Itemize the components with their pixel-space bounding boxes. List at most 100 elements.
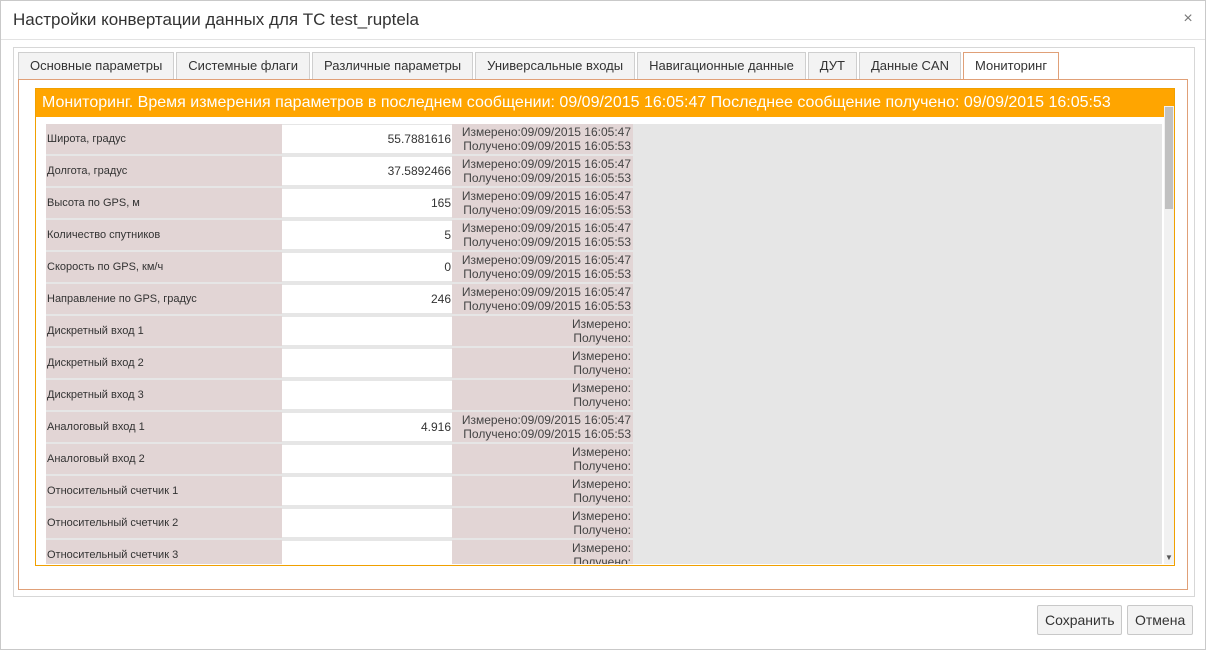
parameter-row: Относительный счетчик 3 Измерено: Получено… [46, 540, 633, 564]
parameter-row: Высота по GPS, м 165 Измерено:09/09/2015 1… [46, 188, 633, 220]
parameter-label: Относительный счетчик 3 [46, 540, 282, 564]
measured-timestamp: Измерено:09/09/2015 16:05:47 [461, 413, 631, 427]
measured-timestamp: Измерено:09/09/2015 16:05:47 [461, 221, 631, 235]
parameter-value-field[interactable] [282, 541, 452, 564]
parameter-value-field[interactable] [282, 445, 452, 473]
parameter-row: Широта, градус 55.7881616 Измерено:09/09/2… [46, 124, 633, 156]
parameter-label: Аналоговый вход 1 [46, 412, 282, 442]
measured-timestamp: Измерено:09/09/2015 16:05:47 [461, 157, 631, 171]
parameter-value-field[interactable]: 55.7881616 [282, 125, 452, 153]
tab-basic-params[interactable]: Основные параметры [18, 52, 175, 80]
parameter-label: Широта, градус [46, 124, 282, 154]
parameter-timestamps: Измерено: Получено: [452, 380, 633, 410]
vertical-scrollbar[interactable]: ▼ [1164, 106, 1174, 564]
monitoring-tab-content: Мониторинг. Время измерения параметров в… [18, 79, 1188, 590]
parameter-timestamps: Измерено: Получено: [452, 316, 633, 346]
dialog-titlebar: Настройки конвертации данных для ТС test… [1, 1, 1205, 40]
tab-misc-params[interactable]: Различные параметры [312, 52, 474, 80]
parameter-value-field[interactable] [282, 381, 452, 409]
parameter-label: Направление по GPS, градус [46, 284, 282, 314]
save-button[interactable]: Сохранить [1037, 605, 1122, 635]
tab-system-flags[interactable]: Системные флаги [176, 52, 311, 80]
parameter-timestamps: Измерено:09/09/2015 16:05:47 Получено:09/… [452, 124, 633, 154]
parameter-value-field[interactable] [282, 349, 452, 377]
conversion-settings-dialog: Настройки конвертации данных для ТС test… [0, 0, 1206, 650]
monitoring-banner: Мониторинг. Время измерения параметров в… [36, 89, 1174, 117]
chevron-down-icon[interactable]: ▼ [1164, 554, 1174, 562]
parameter-timestamps: Измерено: Получено: [452, 348, 633, 378]
received-timestamp: Получено:09/09/2015 16:05:53 [463, 267, 631, 281]
parameter-timestamps: Измерено: Получено: [452, 540, 633, 564]
parameter-row: Дискретный вход 2 Измерено: Получено: [46, 348, 633, 380]
monitoring-box: Мониторинг. Время измерения параметров в… [35, 88, 1175, 566]
measured-timestamp: Измерено:09/09/2015 16:05:47 [461, 285, 631, 299]
received-timestamp: Получено:09/09/2015 16:05:53 [463, 235, 631, 249]
parameter-timestamps: Измерено:09/09/2015 16:05:47 Получено:09/… [452, 252, 633, 282]
parameter-value-field[interactable]: 4.916 [282, 413, 452, 441]
parameter-value-field[interactable] [282, 509, 452, 537]
parameter-timestamps: Измерено: Получено: [452, 444, 633, 474]
parameter-value-field[interactable]: 246 [282, 285, 452, 313]
parameter-value-field[interactable] [282, 317, 452, 345]
parameter-label: Высота по GPS, м [46, 188, 282, 218]
parameter-timestamps: Измерено: Получено: [452, 476, 633, 506]
parameter-timestamps: Измерено: Получено: [452, 508, 633, 538]
received-timestamp: Получено:09/09/2015 16:05:53 [463, 427, 631, 441]
measured-timestamp: Измерено: [571, 445, 631, 459]
received-timestamp: Получено: [573, 555, 631, 564]
parameter-value-field[interactable]: 5 [282, 221, 452, 249]
parameter-value-field[interactable] [282, 477, 452, 505]
parameter-row: Дискретный вход 1 Измерено: Получено: [46, 316, 633, 348]
parameter-grid[interactable]: Широта, градус 55.7881616 Измерено:09/09/2… [46, 124, 1162, 564]
close-icon[interactable]: × [1179, 10, 1197, 28]
received-timestamp: Получено:09/09/2015 16:05:53 [463, 139, 631, 153]
parameter-timestamps: Измерено:09/09/2015 16:05:47 Получено:09/… [452, 412, 633, 442]
measured-timestamp: Измерено:09/09/2015 16:05:47 [461, 189, 631, 203]
cancel-button[interactable]: Отмена [1127, 605, 1193, 635]
parameter-row: Относительный счетчик 1 Измерено: Получено… [46, 476, 633, 508]
tab-navigation-data[interactable]: Навигационные данные [637, 52, 806, 80]
scrollbar-thumb[interactable] [1165, 107, 1173, 209]
parameter-row: Аналоговый вход 1 4.916 Измерено:09/09/201… [46, 412, 633, 444]
dialog-title: Настройки конвертации данных для ТС test… [13, 10, 420, 29]
tab-bar: Основные параметры Системные флаги Разли… [18, 52, 1061, 81]
parameter-row: Относительный счетчик 2 Измерено: Получено… [46, 508, 633, 540]
measured-timestamp: Измерено: [571, 477, 631, 491]
parameter-value-field[interactable]: 165 [282, 189, 452, 217]
parameter-label: Скорость по GPS, км/ч [46, 252, 282, 282]
parameter-value-field[interactable]: 0 [282, 253, 452, 281]
parameter-row: Количество спутников 5 Измерено:09/09/2015… [46, 220, 633, 252]
received-timestamp: Получено: [573, 459, 631, 473]
measured-timestamp: Измерено: [571, 541, 631, 555]
tab-can-data[interactable]: Данные CAN [858, 52, 961, 80]
parameter-label: Относительный счетчик 1 [46, 476, 282, 506]
received-timestamp: Получено:09/09/2015 16:05:53 [463, 203, 631, 217]
received-timestamp: Получено: [573, 523, 631, 537]
parameter-label: Дискретный вход 1 [46, 316, 282, 346]
received-timestamp: Получено: [573, 331, 631, 345]
measured-timestamp: Измерено: [571, 349, 631, 363]
parameter-timestamps: Измерено:09/09/2015 16:05:47 Получено:09/… [452, 284, 633, 314]
measured-timestamp: Измерено: [571, 381, 631, 395]
received-timestamp: Получено:09/09/2015 16:05:53 [463, 171, 631, 185]
parameter-label: Аналоговый вход 2 [46, 444, 282, 474]
parameter-row: Аналоговый вход 2 Измерено: Получено: [46, 444, 633, 476]
tab-universal-inputs[interactable]: Универсальные входы [475, 52, 636, 80]
parameter-row: Скорость по GPS, км/ч 0 Измерено:09/09/201… [46, 252, 633, 284]
received-timestamp: Получено:09/09/2015 16:05:53 [463, 299, 631, 313]
parameter-value-field[interactable]: 37.5892466 [282, 157, 452, 185]
tab-fuel-sensor[interactable]: ДУТ [807, 52, 857, 80]
parameter-timestamps: Измерено:09/09/2015 16:05:47 Получено:09/… [452, 156, 633, 186]
tab-panel: Основные параметры Системные флаги Разли… [13, 47, 1195, 597]
parameter-label: Дискретный вход 2 [46, 348, 282, 378]
parameter-timestamps: Измерено:09/09/2015 16:05:47 Получено:09/… [452, 188, 633, 218]
parameter-label: Долгота, градус [46, 156, 282, 186]
received-timestamp: Получено: [573, 363, 631, 377]
parameter-row: Направление по GPS, градус 246 Измерено:09… [46, 284, 633, 316]
tab-monitoring[interactable]: Мониторинг [962, 52, 1060, 81]
measured-timestamp: Измерено: [571, 317, 631, 331]
parameter-label: Количество спутников [46, 220, 282, 250]
measured-timestamp: Измерено: [571, 509, 631, 523]
received-timestamp: Получено: [573, 395, 631, 409]
parameter-label: Относительный счетчик 2 [46, 508, 282, 538]
